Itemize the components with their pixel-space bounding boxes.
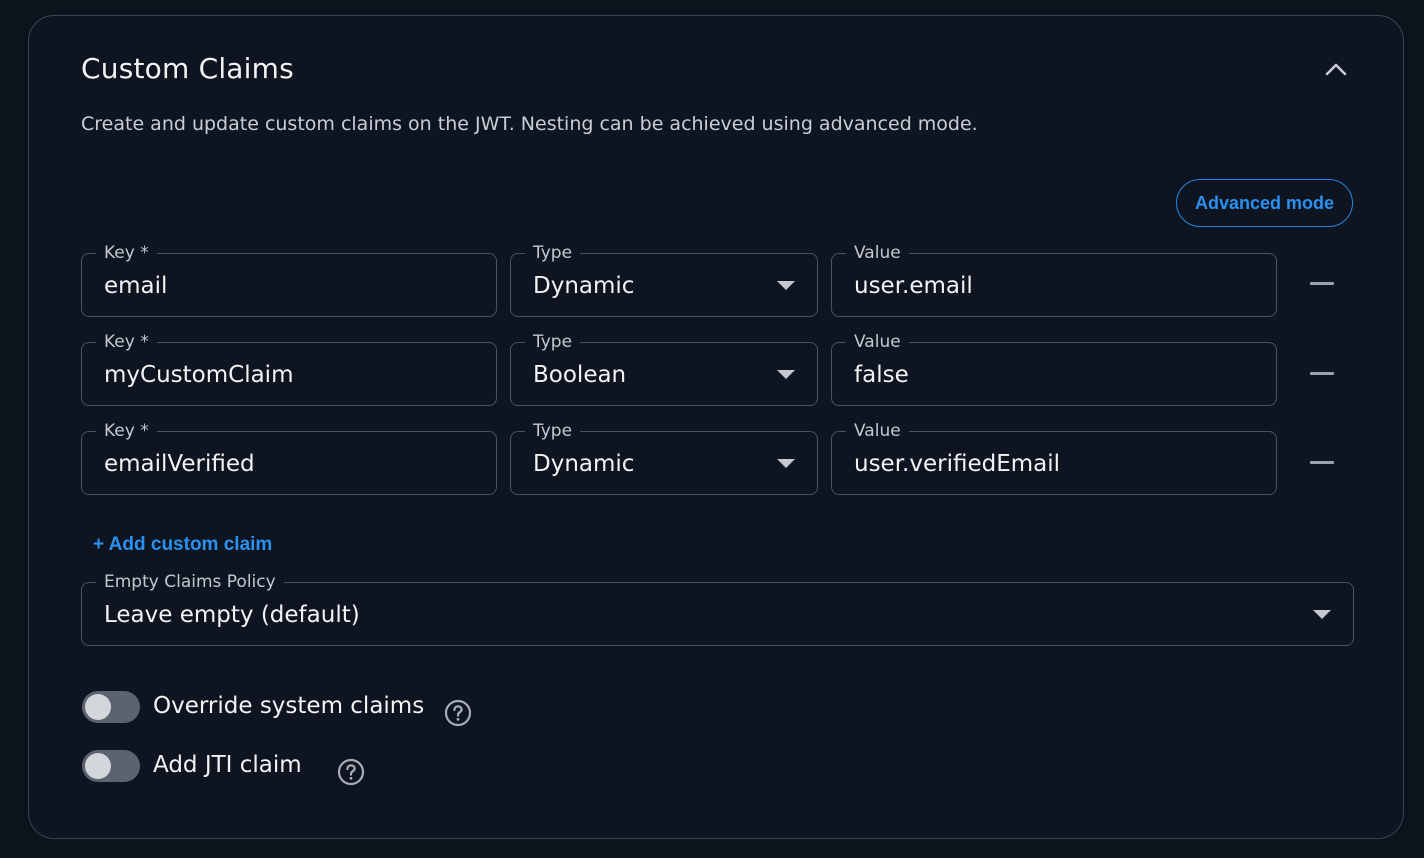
claim-value-field[interactable]: Value false xyxy=(831,331,1277,406)
field-label: Key * xyxy=(96,242,157,264)
toggle-knob xyxy=(85,694,111,720)
collapse-button[interactable] xyxy=(1321,54,1351,84)
empty-claims-policy-select[interactable]: Empty Claims Policy Leave empty (default… xyxy=(81,571,1354,646)
field-value: user.email xyxy=(854,273,973,299)
section-title: Custom Claims xyxy=(81,52,294,85)
field-value: myCustomClaim xyxy=(104,362,294,388)
override-system-claims-label: Override system claims xyxy=(153,693,425,719)
help-icon[interactable] xyxy=(444,699,472,727)
claim-value-field[interactable]: Value user.email xyxy=(831,242,1277,317)
claim-key-field[interactable]: Key * emailVerified xyxy=(81,420,497,495)
add-jti-claim-toggle[interactable] xyxy=(82,750,140,782)
section-description: Create and update custom claims on the J… xyxy=(81,113,978,135)
field-label: Key * xyxy=(96,420,157,442)
minus-icon xyxy=(1310,282,1334,285)
remove-claim-button[interactable] xyxy=(1308,449,1336,477)
field-value: false xyxy=(854,362,909,388)
claim-type-select[interactable]: Type Dynamic xyxy=(510,242,818,317)
help-icon[interactable] xyxy=(337,758,365,786)
add-jti-claim-label: Add JTI claim xyxy=(153,752,302,778)
minus-icon xyxy=(1310,461,1334,464)
custom-claims-panel: Custom Claims Create and update custom c… xyxy=(28,15,1404,839)
chevron-up-icon xyxy=(1325,63,1347,76)
claim-type-select[interactable]: Type Dynamic xyxy=(510,420,818,495)
caret-down-icon xyxy=(777,459,795,468)
override-system-claims-toggle[interactable] xyxy=(82,691,140,723)
field-value: Dynamic xyxy=(533,451,635,477)
field-value: emailVerified xyxy=(104,451,255,477)
remove-claim-button[interactable] xyxy=(1308,360,1336,388)
field-value: Leave empty (default) xyxy=(104,602,360,628)
field-label: Value xyxy=(846,242,909,264)
field-value: Boolean xyxy=(533,362,627,388)
claim-key-field[interactable]: Key * myCustomClaim xyxy=(81,331,497,406)
toggle-knob xyxy=(85,753,111,779)
field-label: Type xyxy=(525,420,581,442)
caret-down-icon xyxy=(777,281,795,290)
advanced-mode-button[interactable]: Advanced mode xyxy=(1176,179,1353,227)
add-custom-claim-link[interactable]: + Add custom claim xyxy=(93,534,272,556)
field-label: Type xyxy=(525,331,581,353)
field-label: Value xyxy=(846,420,909,442)
field-value: email xyxy=(104,273,168,299)
claim-key-field[interactable]: Key * email xyxy=(81,242,497,317)
field-label: Empty Claims Policy xyxy=(96,571,284,593)
claim-type-select[interactable]: Type Boolean xyxy=(510,331,818,406)
caret-down-icon xyxy=(1313,610,1331,619)
caret-down-icon xyxy=(777,370,795,379)
field-value: Dynamic xyxy=(533,273,635,299)
field-label: Key * xyxy=(96,331,157,353)
field-label: Type xyxy=(525,242,581,264)
claim-value-field[interactable]: Value user.verifiedEmail xyxy=(831,420,1277,495)
remove-claim-button[interactable] xyxy=(1308,270,1336,298)
field-label: Value xyxy=(846,331,909,353)
minus-icon xyxy=(1310,372,1334,375)
field-value: user.verifiedEmail xyxy=(854,451,1061,477)
